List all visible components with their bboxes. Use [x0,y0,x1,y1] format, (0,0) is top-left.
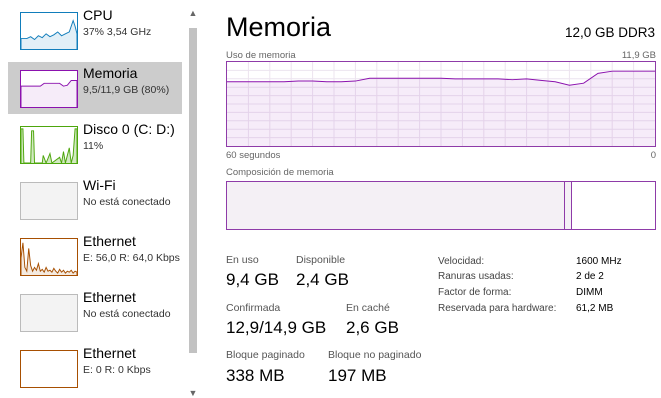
scroll-up-icon[interactable]: ▲ [188,8,198,18]
sidebar-item-title: CPU [83,7,113,23]
usage-chart-max-label: 11,9 GB [621,50,656,61]
form-factor-label: Factor de forma: [438,287,512,298]
speed-label: Velocidad: [438,256,485,267]
ethernet-thumbnail-graph [20,350,78,388]
sidebar-item-wifi[interactable]: Wi-Fi No está conectado [8,174,184,226]
form-factor-value: DIMM [576,287,603,298]
ethernet-thumbnail-graph [20,294,78,332]
memory-usage-svg [227,62,655,146]
sidebar-item-subtitle: 11% [83,140,104,152]
memory-usage-chart [226,61,656,147]
nonpaged-pool-value: 197 MB [328,366,387,385]
sidebar-item-title: Ethernet [83,345,136,361]
sidebar-item-title: Disco 0 (C: D:) [83,121,175,137]
scroll-down-icon[interactable]: ▼ [188,388,198,398]
scrollbar-thumb[interactable] [189,28,197,353]
committed-label: Confirmada [226,302,281,314]
in-use-label: En uso [226,254,259,266]
sidebar: CPU 37% 3,54 GHz Memoria 9,5/11,9 GB (80… [0,0,186,398]
paged-pool-label: Bloque paginado [226,349,305,361]
usage-area [227,71,655,146]
usage-chart-label: Uso de memoria [226,50,296,61]
ethernet-thumbnail-graph [20,238,78,276]
sidebar-item-subtitle: 9,5/11,9 GB (80%) [83,84,170,96]
sidebar-scrollbar[interactable]: ▲ ▼ [186,0,200,398]
sidebar-item-title: Ethernet [83,233,136,249]
memory-spec: 12,0 GB DDR3 [564,25,655,40]
slots-value: 2 de 2 [576,271,604,282]
sidebar-item-title: Memoria [83,65,138,81]
axis-zero-label: 0 [650,150,656,161]
nonpaged-pool-label: Bloque no paginado [328,349,422,361]
sidebar-item-subtitle: E: 0 R: 0 Kbps [83,364,151,376]
speed-value: 1600 MHz [576,256,622,267]
wifi-thumbnail-graph [20,182,78,220]
composition-modified-segment [565,182,572,229]
hardware-reserved-label: Reservada para hardware: [438,303,557,314]
sidebar-item-title: Ethernet [83,289,136,305]
paged-pool-value: 338 MB [226,366,285,385]
composition-label: Composición de memoria [226,167,334,178]
sidebar-item-ethernet-3[interactable]: Ethernet E: 0 R: 0 Kbps [8,342,184,394]
available-label: Disponible [296,254,346,266]
committed-value: 12,9/14,9 GB [226,318,327,337]
sidebar-item-subtitle: E: 56,0 R: 64,0 Kbps [83,252,180,264]
sidebar-item-subtitle: 37% 3,54 GHz [83,26,152,38]
available-value: 2,4 GB [296,270,349,289]
page-title: Memoria [226,12,332,42]
main-panel: Memoria 12,0 GB DDR3 Uso de memoria 11,9… [200,0,661,398]
disk-thumbnail-graph [20,126,78,164]
sidebar-item-ethernet-1[interactable]: Ethernet E: 56,0 R: 64,0 Kbps [8,230,184,282]
hardware-reserved-value: 61,2 MB [576,303,614,314]
time-axis-label: 60 segundos [226,150,281,161]
sidebar-item-ethernet-2[interactable]: Ethernet No está conectado [8,286,184,338]
sidebar-item-cpu[interactable]: CPU 37% 3,54 GHz [8,4,184,56]
in-use-value: 9,4 GB [226,270,279,289]
slots-label: Ranuras usadas: [438,271,514,282]
sidebar-item-memoria[interactable]: Memoria 9,5/11,9 GB (80%) [8,62,182,114]
cached-label: En caché [346,302,390,314]
cached-value: 2,6 GB [346,318,399,337]
sidebar-item-subtitle: No está conectado [83,308,171,320]
sidebar-item-disco[interactable]: Disco 0 (C: D:) 11% [8,118,184,170]
sidebar-item-subtitle: No está conectado [83,196,171,208]
composition-in-use-segment [227,182,566,229]
memory-thumbnail-graph [20,70,78,108]
cpu-thumbnail-graph [20,12,78,50]
sidebar-item-title: Wi-Fi [83,177,116,193]
memory-composition-bar [226,181,656,230]
